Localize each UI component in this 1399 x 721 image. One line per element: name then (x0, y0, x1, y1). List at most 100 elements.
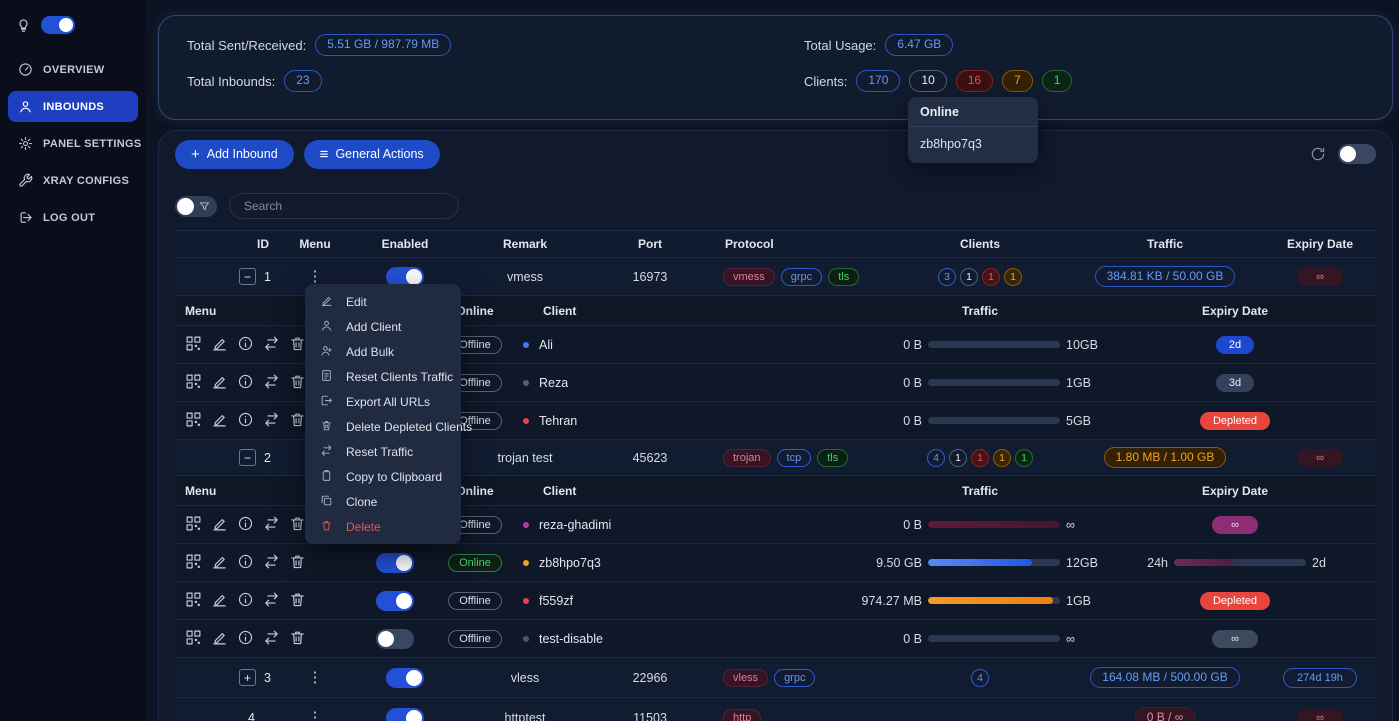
gauge-icon (18, 62, 33, 77)
trash-icon[interactable] (289, 373, 306, 393)
clients-count-depleted[interactable]: 16 (955, 70, 994, 92)
edit-icon[interactable] (211, 553, 228, 573)
info-icon[interactable] (237, 553, 254, 573)
protocol-badges: vless grpc (715, 668, 905, 687)
clients-count-online[interactable]: 1 (1041, 70, 1073, 92)
row-menu-icon[interactable]: ⋮ (308, 710, 323, 721)
user-icon (320, 319, 333, 335)
enabled-toggle[interactable] (386, 707, 424, 721)
expand-icon[interactable]: + (239, 669, 257, 686)
trash-icon[interactable] (289, 553, 306, 573)
theme-toggle[interactable] (41, 16, 75, 34)
clients-count-gray[interactable]: 10 (909, 70, 947, 92)
header-port: Port (638, 237, 662, 251)
inbound-id: 1 (264, 269, 271, 284)
reset-traffic-icon[interactable] (263, 335, 280, 355)
edit-icon[interactable] (211, 515, 228, 535)
search-input[interactable] (229, 193, 459, 219)
menu-item-reset-clients-traffic[interactable]: Reset Clients Traffic (305, 364, 461, 389)
edit-icon[interactable] (211, 411, 228, 431)
client-header-client: Client (543, 483, 577, 498)
menu-item-add-client[interactable]: Add Client (305, 314, 461, 339)
edit-icon[interactable] (211, 629, 228, 649)
menu-item-delete-depleted-clients[interactable]: Delete Depleted Clients (305, 414, 472, 439)
trash-icon[interactable] (289, 629, 306, 649)
qr-code-icon[interactable] (185, 411, 202, 431)
sidebar-item-panel-settings[interactable]: PANEL SETTINGS (8, 128, 141, 159)
menu-item-reset-traffic[interactable]: Reset Traffic (305, 439, 461, 464)
protocol-badge: grpc (780, 267, 823, 286)
qr-code-icon[interactable] (185, 373, 202, 393)
traffic-badge: 0 B / ∞ (1134, 706, 1196, 721)
client-dot (523, 597, 529, 604)
protocol-badge: http (723, 708, 762, 721)
info-icon[interactable] (237, 629, 254, 649)
edit-icon[interactable] (211, 591, 228, 611)
general-actions-button[interactable]: ≡ General Actions (303, 139, 440, 169)
menu-item-delete[interactable]: Delete (305, 514, 461, 539)
refresh-icon[interactable] (1310, 146, 1326, 162)
client-traffic: 0 B ∞ (855, 518, 1105, 532)
sidebar-item-inbounds[interactable]: INBOUNDS (8, 91, 138, 122)
qr-code-icon[interactable] (185, 553, 202, 573)
edit-icon[interactable] (211, 373, 228, 393)
qr-code-icon[interactable] (185, 515, 202, 535)
trash-icon[interactable] (289, 411, 306, 431)
trash-icon[interactable] (289, 335, 306, 355)
edit-icon[interactable] (211, 335, 228, 355)
user-icon (18, 99, 33, 114)
inbound-row-4[interactable]: 4 ⋮ httptest 11503 http 0 B / ∞ ∞ (175, 698, 1376, 721)
reset-traffic-icon[interactable] (263, 515, 280, 535)
info-icon[interactable] (237, 373, 254, 393)
inbound-port: 11503 (633, 710, 667, 721)
client-enabled-toggle[interactable] (376, 552, 414, 573)
reset-traffic-icon[interactable] (263, 629, 280, 649)
client-expiry-badge: Depleted (1199, 591, 1271, 610)
reset-traffic-icon[interactable] (263, 553, 280, 573)
qr-code-icon[interactable] (185, 591, 202, 611)
sidebar-item-logout[interactable]: LOG OUT (8, 202, 138, 233)
sidebar-item-label: INBOUNDS (43, 100, 105, 113)
info-icon[interactable] (237, 515, 254, 535)
row-menu-icon[interactable]: ⋮ (308, 269, 323, 284)
menu-item-copy-to-clipboard[interactable]: Copy to Clipboard (305, 464, 461, 489)
collapse-icon[interactable]: − (239, 449, 257, 466)
trash-icon[interactable] (289, 591, 306, 611)
auto-refresh-toggle[interactable] (1338, 144, 1376, 164)
qr-code-icon[interactable] (185, 335, 202, 355)
client-header-client: Client (543, 303, 577, 318)
inbound-row-3[interactable]: + 3 ⋮ vless 22966 vless grpc 4 164.08 MB… (175, 658, 1376, 698)
add-inbound-button[interactable]: + Add Inbound (175, 139, 294, 169)
info-icon[interactable] (237, 411, 254, 431)
menu-item-add-bulk[interactable]: Add Bulk (305, 339, 461, 364)
menu-item-clone[interactable]: Clone (305, 489, 461, 514)
stats-right-column: Total Usage: 6.47 GB Clients: 170 10 16 … (804, 32, 1073, 94)
reset-traffic-icon[interactable] (263, 373, 280, 393)
sidebar-item-overview[interactable]: OVERVIEW (8, 54, 138, 85)
sidebar-item-xray-configs[interactable]: XRAY CONFIGS (8, 165, 138, 196)
info-icon[interactable] (237, 591, 254, 611)
trash-icon[interactable] (289, 515, 306, 535)
client-enabled-toggle[interactable] (376, 628, 414, 649)
reset-traffic-icon[interactable] (263, 591, 280, 611)
clients-count-total[interactable]: 170 (856, 70, 901, 92)
enabled-toggle[interactable] (386, 667, 424, 688)
bulb-icon (16, 18, 31, 33)
info-icon[interactable] (237, 335, 254, 355)
qr-code-icon[interactable] (185, 629, 202, 649)
client-row-f559zf: Offline f559zf 974.27 MB 1GB Depleted (175, 582, 1376, 620)
reset-traffic-icon[interactable] (263, 411, 280, 431)
client-dot (523, 559, 529, 566)
collapse-icon[interactable]: − (239, 268, 257, 285)
client-dot (523, 635, 529, 642)
traffic-total: 10GB (1066, 337, 1098, 352)
clients-count-expiring[interactable]: 7 (1002, 70, 1033, 92)
header-remark: Remark (502, 237, 548, 251)
client-enabled-toggle[interactable] (376, 590, 414, 611)
menu-item-edit[interactable]: Edit (305, 289, 461, 314)
row-menu-icon[interactable]: ⋮ (308, 670, 323, 685)
client-traffic: 0 B ∞ (855, 632, 1105, 646)
filter-toggle[interactable] (175, 195, 217, 217)
menu-item-export-all-urls[interactable]: Export All URLs (305, 389, 461, 414)
header-enabled: Enabled (381, 237, 429, 251)
